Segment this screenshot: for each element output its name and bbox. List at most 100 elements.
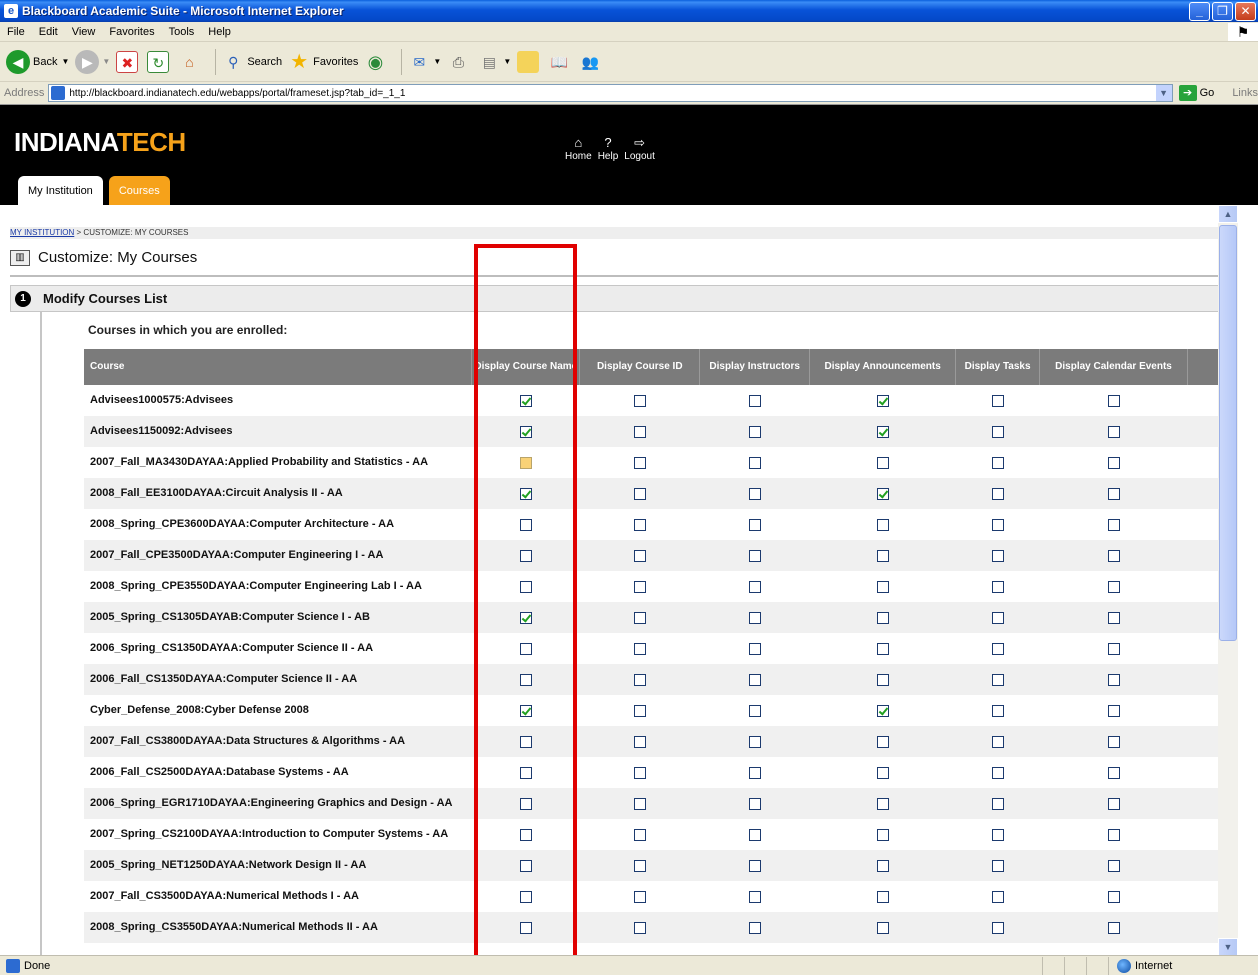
checkbox-display-course-id[interactable] <box>633 673 646 686</box>
checkbox-display-announcements[interactable] <box>876 394 889 407</box>
checkbox-display-calendar-events[interactable] <box>1107 921 1120 934</box>
scroll-thumb[interactable] <box>1219 225 1237 641</box>
checkbox-display-course-name[interactable] <box>519 456 532 469</box>
search-button[interactable]: ⚲ Search <box>222 51 282 73</box>
media-button[interactable]: ◉ <box>364 51 389 73</box>
refresh-button[interactable]: ↻ <box>147 50 172 73</box>
menu-edit[interactable]: Edit <box>32 26 65 38</box>
checkbox-display-announcements[interactable] <box>876 828 889 841</box>
checkbox-display-course-id[interactable] <box>633 735 646 748</box>
checkbox-display-course-name[interactable] <box>519 704 532 717</box>
checkbox-display-tasks[interactable] <box>991 611 1004 624</box>
checkbox-display-course-name[interactable] <box>519 766 532 779</box>
vertical-scrollbar[interactable]: ▲ ▼ <box>1218 205 1238 955</box>
checkbox-display-course-id[interactable] <box>633 828 646 841</box>
checkbox-display-course-name[interactable] <box>519 890 532 903</box>
checkbox-display-tasks[interactable] <box>991 549 1004 562</box>
menu-view[interactable]: View <box>65 26 103 38</box>
checkbox-display-course-name[interactable] <box>519 425 532 438</box>
checkbox-display-tasks[interactable] <box>991 766 1004 779</box>
menu-help[interactable]: Help <box>201 26 238 38</box>
checkbox-display-instructors[interactable] <box>748 487 761 500</box>
checkbox-display-course-name[interactable] <box>519 642 532 655</box>
checkbox-display-calendar-events[interactable] <box>1107 704 1120 717</box>
maximize-button[interactable]: ❐ <box>1212 1 1233 21</box>
go-button[interactable]: ➔ Go <box>1178 85 1214 101</box>
checkbox-display-instructors[interactable] <box>748 921 761 934</box>
edit-dropdown-icon[interactable]: ▼ <box>503 57 511 66</box>
help-link[interactable]: ? Help <box>598 135 619 162</box>
checkbox-display-course-id[interactable] <box>633 704 646 717</box>
messenger-button[interactable]: 👥 <box>579 51 604 73</box>
checkbox-display-announcements[interactable] <box>876 797 889 810</box>
checkbox-display-instructors[interactable] <box>748 611 761 624</box>
checkbox-display-course-name[interactable] <box>519 394 532 407</box>
checkbox-display-course-name[interactable] <box>519 518 532 531</box>
checkbox-display-course-name[interactable] <box>519 487 532 500</box>
address-dropdown-icon[interactable]: ▼ <box>1155 85 1172 101</box>
checkbox-display-calendar-events[interactable] <box>1107 735 1120 748</box>
home-button[interactable]: ⌂ <box>178 51 203 73</box>
checkbox-display-announcements[interactable] <box>876 921 889 934</box>
scroll-down-icon[interactable]: ▼ <box>1218 938 1238 955</box>
edit-button[interactable]: ▤ ▼ <box>478 51 512 73</box>
checkbox-display-announcements[interactable] <box>876 890 889 903</box>
back-dropdown-icon[interactable]: ▼ <box>61 57 69 66</box>
checkbox-display-calendar-events[interactable] <box>1107 828 1120 841</box>
favorites-button[interactable]: ★ Favorites <box>288 51 358 73</box>
tab-courses[interactable]: Courses <box>108 176 170 205</box>
menu-file[interactable]: File <box>0 26 32 38</box>
checkbox-display-instructors[interactable] <box>748 456 761 469</box>
checkbox-display-tasks[interactable] <box>991 518 1004 531</box>
checkbox-display-instructors[interactable] <box>748 766 761 779</box>
stop-button[interactable]: ✖ <box>116 50 141 73</box>
checkbox-display-calendar-events[interactable] <box>1107 425 1120 438</box>
checkbox-display-tasks[interactable] <box>991 642 1004 655</box>
checkbox-display-tasks[interactable] <box>991 580 1004 593</box>
scroll-up-icon[interactable]: ▲ <box>1218 205 1238 223</box>
checkbox-display-course-name[interactable] <box>519 828 532 841</box>
indiana-tech-logo[interactable]: INDIANATECH <box>14 127 186 158</box>
checkbox-display-announcements[interactable] <box>876 766 889 779</box>
checkbox-display-calendar-events[interactable] <box>1107 549 1120 562</box>
checkbox-display-announcements[interactable] <box>876 580 889 593</box>
checkbox-display-tasks[interactable] <box>991 487 1004 500</box>
checkbox-display-calendar-events[interactable] <box>1107 394 1120 407</box>
back-button[interactable]: ◀ Back ▼ <box>6 49 69 74</box>
checkbox-display-tasks[interactable] <box>991 673 1004 686</box>
checkbox-display-announcements[interactable] <box>876 704 889 717</box>
checkbox-display-announcements[interactable] <box>876 735 889 748</box>
forward-dropdown-icon[interactable]: ▼ <box>102 57 110 66</box>
menu-tools[interactable]: Tools <box>162 26 202 38</box>
checkbox-display-announcements[interactable] <box>876 456 889 469</box>
checkbox-display-instructors[interactable] <box>748 735 761 748</box>
checkbox-display-announcements[interactable] <box>876 642 889 655</box>
checkbox-display-course-id[interactable] <box>633 456 646 469</box>
checkbox-display-instructors[interactable] <box>748 580 761 593</box>
checkbox-display-course-id[interactable] <box>633 797 646 810</box>
checkbox-display-calendar-events[interactable] <box>1107 456 1120 469</box>
checkbox-display-calendar-events[interactable] <box>1107 859 1120 872</box>
checkbox-display-announcements[interactable] <box>876 549 889 562</box>
links-button[interactable]: Links <box>1232 87 1258 99</box>
checkbox-display-course-name[interactable] <box>519 580 532 593</box>
checkbox-display-instructors[interactable] <box>748 828 761 841</box>
checkbox-display-course-id[interactable] <box>633 611 646 624</box>
checkbox-display-tasks[interactable] <box>991 921 1004 934</box>
checkbox-display-calendar-events[interactable] <box>1107 642 1120 655</box>
checkbox-display-instructors[interactable] <box>748 518 761 531</box>
checkbox-display-instructors[interactable] <box>748 642 761 655</box>
checkbox-display-course-id[interactable] <box>633 425 646 438</box>
checkbox-display-instructors[interactable] <box>748 673 761 686</box>
checkbox-display-announcements[interactable] <box>876 611 889 624</box>
checkbox-display-course-id[interactable] <box>633 766 646 779</box>
checkbox-display-course-name[interactable] <box>519 921 532 934</box>
checkbox-display-course-id[interactable] <box>633 518 646 531</box>
checkbox-display-tasks[interactable] <box>991 859 1004 872</box>
checkbox-display-tasks[interactable] <box>991 735 1004 748</box>
checkbox-display-instructors[interactable] <box>748 797 761 810</box>
checkbox-display-tasks[interactable] <box>991 890 1004 903</box>
checkbox-display-tasks[interactable] <box>991 828 1004 841</box>
checkbox-display-instructors[interactable] <box>748 890 761 903</box>
checkbox-display-announcements[interactable] <box>876 518 889 531</box>
